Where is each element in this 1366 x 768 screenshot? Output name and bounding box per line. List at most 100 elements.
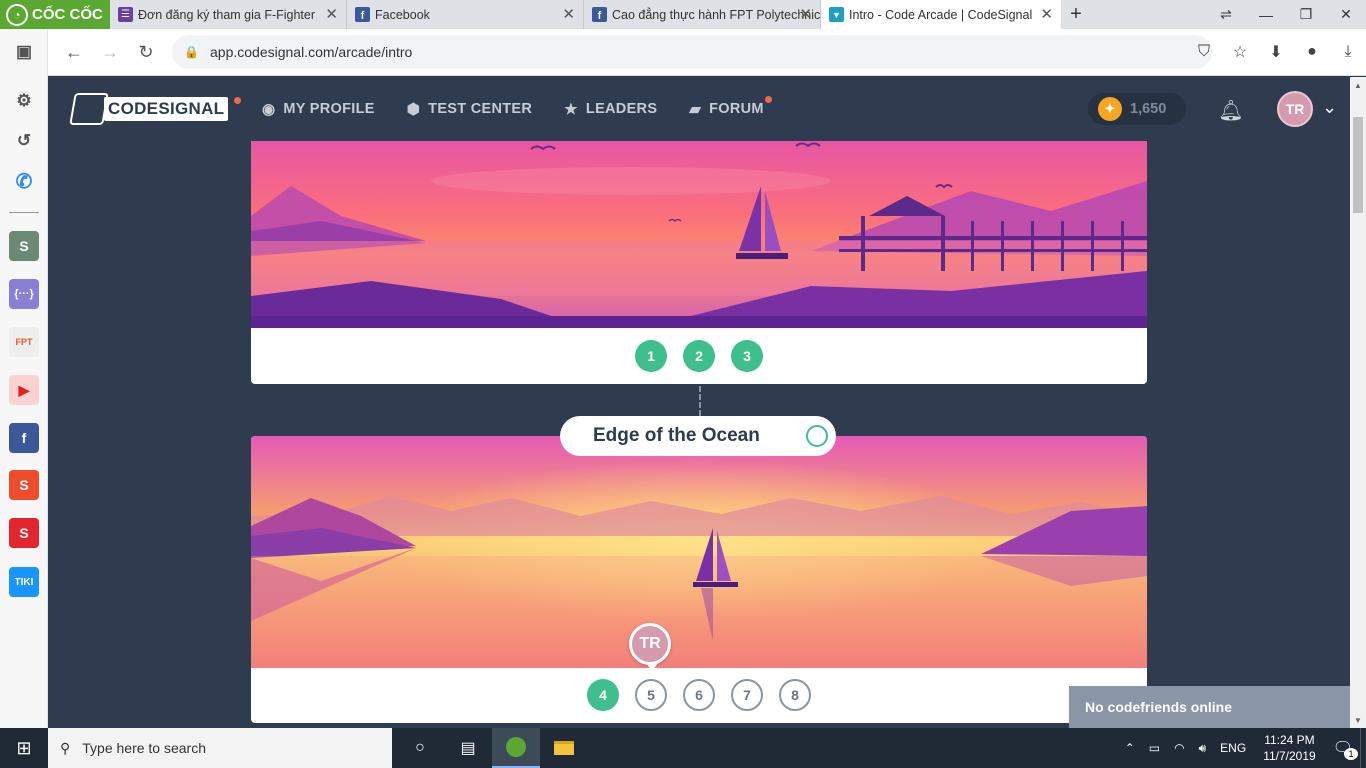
coins-value: 1,650 — [1130, 101, 1167, 117]
level-card-intro-gates: 1 2 3 — [251, 141, 1147, 384]
code-app-icon[interactable]: {···} — [9, 279, 39, 309]
shield-extension-icon[interactable]: ⛉ — [1186, 35, 1222, 69]
tab-fighter-form[interactable]: ☰ Đơn đăng ký tham gia F-Fighter ✕ — [110, 0, 347, 29]
nav-forum[interactable]: ▰ FORUM — [689, 96, 772, 118]
nav-my-profile[interactable]: ◉ MY PROFILE — [262, 100, 375, 118]
step-7[interactable]: 7 — [731, 679, 763, 711]
tab-facebook[interactable]: f Facebook ✕ — [347, 0, 584, 29]
scroll-up-icon[interactable]: ▲ — [1350, 77, 1366, 93]
step-8[interactable]: 8 — [779, 679, 811, 711]
back-button[interactable]: ← — [56, 34, 92, 70]
shopee-icon[interactable]: S — [9, 470, 39, 500]
sunset-lake-illustration — [251, 141, 1147, 328]
address-input[interactable]: 🔒 app.codesignal.com/arcade/intro — [172, 35, 1212, 69]
notifications-bell-icon[interactable]: 🔔︎ — [1218, 97, 1244, 123]
history-icon[interactable]: ↺ — [9, 126, 39, 156]
cortana-icon[interactable]: ○ — [396, 728, 444, 768]
nav-label: TEST CENTER — [428, 101, 533, 117]
chevron-down-icon[interactable]: ⌄ — [1322, 97, 1337, 118]
url-text: app.codesignal.com/arcade/intro — [210, 44, 413, 60]
search-placeholder: Type here to search — [82, 740, 207, 756]
nav-leaders[interactable]: ★ LEADERS — [564, 100, 657, 118]
taskbar-clock[interactable]: 11:24 PM 11/7/2019 — [1253, 732, 1326, 764]
windows-taskbar: ⊞ ⚲ Type here to search ○ ▤ ⌃ ▭ ◠ 🔊︎ ENG… — [0, 728, 1366, 768]
chat-icon: ▰ — [689, 101, 702, 118]
codesignal-logo[interactable]: CODESIGNAL — [69, 93, 229, 125]
messenger-icon[interactable]: ✆ — [9, 166, 39, 196]
notification-count-badge: 1 — [1344, 748, 1358, 760]
profile-icon[interactable]: ● — [1294, 35, 1330, 69]
lock-icon: 🔒 — [184, 45, 199, 59]
facebook-icon[interactable]: f — [9, 423, 39, 453]
coccoc-brand-label: CỐC CỐC — [32, 6, 103, 23]
star-icon: ★ — [564, 101, 578, 118]
sendo-icon[interactable]: S — [9, 518, 39, 548]
path-connector — [699, 386, 701, 416]
save-page-icon[interactable]: ⬇ — [1258, 35, 1294, 69]
fpt-app-icon[interactable]: FPT — [9, 327, 39, 357]
address-bar-row: ← → ↻ 🔒 app.codesignal.com/arcade/intro … — [48, 29, 1366, 76]
page-scrollbar[interactable]: ▲ ▼ — [1350, 77, 1366, 728]
downloads-icon[interactable]: ⤓ — [1330, 35, 1366, 69]
step-6[interactable]: 6 — [683, 679, 715, 711]
tab-list-icon[interactable]: ⇌ — [1206, 0, 1246, 29]
search-icon: ⚲ — [60, 739, 71, 756]
user-avatar[interactable]: TR — [1277, 91, 1313, 127]
step-4[interactable]: 4 — [587, 679, 619, 711]
user-circle-icon: ◉ — [262, 101, 276, 118]
current-position-avatar[interactable]: TR — [629, 623, 671, 671]
codesignal-header: CODESIGNAL ◉ MY PROFILE ⬢ TEST CENTER ★ … — [48, 77, 1350, 141]
volume-icon[interactable]: 🔊︎ — [1192, 741, 1214, 756]
close-tab-icon[interactable]: ✕ — [562, 5, 575, 23]
battery-icon[interactable]: ▭ — [1142, 741, 1167, 755]
file-explorer-icon[interactable] — [540, 728, 588, 768]
restore-button[interactable]: ❐ — [1286, 0, 1326, 29]
step-5[interactable]: 5 — [635, 679, 667, 711]
logo-wordmark: CODESIGNAL — [104, 97, 229, 121]
system-tray: ⌃ ▭ ◠ 🔊︎ ENG 11:24 PM 11/7/2019 🗨︎ 1 — [1118, 728, 1366, 768]
action-center-icon[interactable]: 🗨︎ 1 — [1326, 738, 1360, 760]
clock-date: 11/7/2019 — [1263, 749, 1316, 763]
step-2[interactable]: 2 — [683, 340, 715, 372]
close-window-button[interactable]: ✕ — [1326, 0, 1366, 29]
windows-start-icon[interactable]: ⊞ — [0, 728, 48, 768]
s-app-icon[interactable]: S — [9, 231, 39, 261]
coccoc-taskbar-icon[interactable] — [492, 728, 540, 768]
tab-fpt-polytechnic[interactable]: f Cao đẳng thực hành FPT Polytechnic ✕ — [584, 0, 821, 29]
logo-notification-dot — [234, 97, 241, 104]
scroll-thumb[interactable] — [1353, 117, 1363, 213]
step-1[interactable]: 1 — [635, 340, 667, 372]
shield-icon: ⬢ — [406, 101, 421, 118]
close-tab-icon[interactable]: ✕ — [325, 5, 338, 23]
tray-chevron-up-icon[interactable]: ⌃ — [1118, 741, 1142, 755]
nav-test-center[interactable]: ⬢ TEST CENTER — [407, 100, 532, 118]
language-indicator[interactable]: ENG — [1213, 741, 1253, 755]
level-title-pill[interactable]: Edge of the Ocean — [560, 416, 836, 456]
reload-button[interactable]: ↻ — [128, 34, 164, 70]
codefriends-panel[interactable]: No codefriends online — [1069, 686, 1350, 728]
nav-label: LEADERS — [585, 101, 658, 117]
taskbar-search-box[interactable]: ⚲ Type here to search — [48, 728, 392, 768]
task-view-icon[interactable]: ▤ — [444, 728, 492, 768]
tiki-icon[interactable]: TIKI — [9, 567, 39, 597]
level-title: Edge of the Ocean — [593, 425, 760, 446]
bookmark-star-icon[interactable]: ☆ — [1222, 35, 1258, 69]
sidebar-toggle-icon[interactable]: ▣ — [9, 37, 39, 67]
coccoc-menu-button[interactable]: ◔ CỐC CỐC — [0, 0, 110, 29]
minimize-button[interactable]: — — [1246, 0, 1286, 29]
tab-title: Intro - Code Arcade | CodeSignal — [849, 7, 1033, 22]
close-tab-icon[interactable]: ✕ — [799, 5, 812, 23]
new-tab-button[interactable]: + — [1061, 0, 1091, 29]
wifi-icon[interactable]: ◠ — [1167, 741, 1191, 755]
show-desktop-button[interactable] — [1360, 728, 1366, 768]
sidebar-divider — [9, 212, 39, 213]
settings-gear-icon[interactable]: ⚙ — [9, 86, 39, 116]
youtube-icon[interactable]: ▶ — [9, 375, 39, 405]
coins-balance[interactable]: ✦ 1,650 — [1088, 93, 1186, 125]
tab-codesignal[interactable]: ▼ Intro - Code Arcade | CodeSignal ✕ — [821, 0, 1061, 29]
step-3[interactable]: 3 — [731, 340, 763, 372]
coccoc-logo-icon: ◔ — [6, 3, 28, 26]
forward-button[interactable]: → — [92, 34, 128, 70]
close-tab-icon[interactable]: ✕ — [1040, 5, 1053, 23]
scroll-down-icon[interactable]: ▼ — [1350, 712, 1366, 728]
